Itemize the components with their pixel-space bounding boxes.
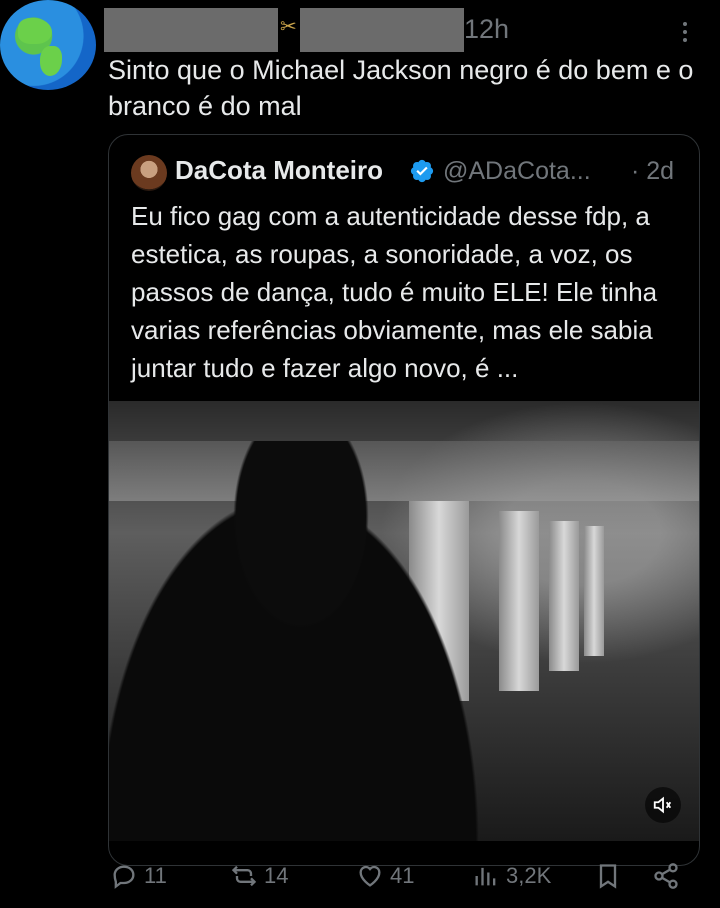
redacted-username [300, 8, 464, 52]
video-pillar [584, 526, 604, 656]
avatar-land [18, 18, 52, 44]
views-button[interactable]: 3,2K [472, 862, 551, 890]
bookmark-icon [599, 864, 617, 889]
redacted-display-name [104, 8, 278, 52]
bookmark-button[interactable] [594, 862, 622, 890]
reply-count: 11 [144, 863, 167, 888]
mute-icon[interactable] [645, 787, 681, 823]
share-button[interactable] [652, 862, 680, 890]
post-time[interactable]: 12h [464, 14, 509, 45]
quoted-author-handle[interactable]: @ADaCota... [443, 157, 591, 186]
repost-count: 14 [264, 863, 289, 888]
post-text: Sinto que o Michael Jackson negro é do b… [108, 55, 694, 121]
verified-icon [410, 159, 434, 183]
action-bar: 11 14 41 3,2K [110, 862, 710, 896]
like-count: 41 [390, 863, 415, 888]
reply-button[interactable]: 11 [110, 862, 167, 890]
like-icon [359, 865, 381, 887]
quoted-avatar[interactable] [131, 155, 167, 191]
views-icon [475, 867, 496, 886]
video-figure [109, 441, 509, 841]
more-icon[interactable] [670, 14, 700, 50]
avatar-land [40, 46, 62, 76]
user-avatar[interactable] [0, 0, 96, 90]
share-icon [654, 863, 678, 889]
video-pillar [549, 521, 579, 671]
quoted-video[interactable] [109, 401, 699, 841]
quoted-time[interactable]: · 2d [631, 157, 674, 186]
quoted-post[interactable]: DaCota Monteiro @ADaCota... · 2d Eu fico… [108, 134, 700, 866]
repost-icon [231, 865, 257, 887]
reply-icon [113, 865, 135, 889]
repost-button[interactable]: 14 [230, 862, 288, 890]
quoted-text: Eu fico gag com a autenticidade desse fd… [131, 201, 658, 383]
quoted-author-name[interactable]: DaCota Monteiro [175, 155, 383, 186]
views-count: 3,2K [506, 863, 552, 888]
name-emoji-icon: ✂ [280, 16, 297, 38]
like-button[interactable]: 41 [356, 862, 414, 890]
